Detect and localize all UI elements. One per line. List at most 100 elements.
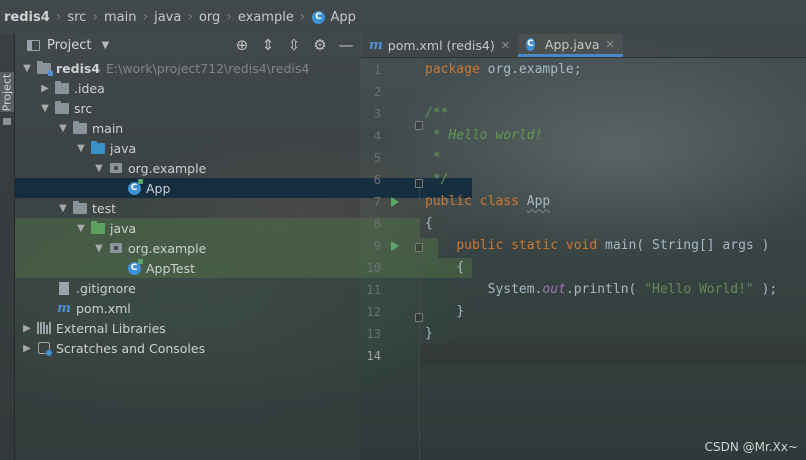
fold-icon[interactable] <box>415 179 423 188</box>
breadcrumb-item-app[interactable]: App <box>330 10 355 25</box>
hide-icon[interactable]: — <box>338 36 354 54</box>
project-panel-toolbar: ⊕ ⇕ ⇳ ⚙ — <box>234 34 354 56</box>
line-number: 9 <box>373 239 381 253</box>
project-tool-window-button[interactable]: Project <box>0 72 14 112</box>
tree-item-label: Scratches and Consoles <box>56 340 206 356</box>
tree-item-label: org.example <box>128 240 207 256</box>
fold-icon[interactable] <box>415 243 423 252</box>
code-line: */ <box>425 172 449 187</box>
breadcrumb-item-org[interactable]: org <box>199 10 220 25</box>
chevron-down-icon[interactable]: ▼ <box>93 163 105 174</box>
line-number: 7 <box>373 195 381 209</box>
project-panel-title: Project <box>47 37 92 53</box>
gear-icon[interactable]: ⚙ <box>312 36 328 54</box>
code-area[interactable]: 1 2 3 4 5 6 7 8 9 10 11 12 13 14 package… <box>361 57 806 460</box>
run-icon[interactable] <box>391 241 399 251</box>
tree-item-gitignore[interactable]: .gitignore <box>15 278 402 298</box>
chevron-right-icon[interactable]: ▶ <box>39 83 51 94</box>
gutter: 1 2 3 4 5 6 7 8 9 10 11 12 13 14 <box>361 57 423 460</box>
line-number: 4 <box>373 129 381 143</box>
tree-item-java-test[interactable]: ▼ java <box>15 218 420 238</box>
folder-icon <box>55 80 69 95</box>
test-folder-icon <box>91 220 105 235</box>
package-icon <box>109 161 123 175</box>
line-number: 1 <box>373 63 381 77</box>
expand-all-icon[interactable]: ⇕ <box>260 36 276 54</box>
watermark: CSDN @Mr.Xx~ <box>704 440 798 454</box>
breadcrumb: redis4 › src › main › java › org › examp… <box>0 0 806 34</box>
run-icon[interactable] <box>391 197 399 207</box>
breadcrumb-item-src[interactable]: src <box>67 10 86 25</box>
chevron-right-icon[interactable]: ▶ <box>21 343 33 354</box>
code-line: * Hello world! <box>425 128 543 143</box>
chevron-down-icon[interactable]: ▼ <box>75 143 87 154</box>
maven-icon: m <box>57 300 71 316</box>
breadcrumb-item-java[interactable]: java <box>154 10 181 25</box>
fold-icon[interactable] <box>415 313 423 322</box>
tree-item-external-libraries[interactable]: ▶ External Libraries <box>15 318 366 338</box>
tab-app-java[interactable]: C App.java ✕ <box>517 34 623 57</box>
tree-item-label: .gitignore <box>76 280 136 296</box>
chevron-down-icon[interactable]: ▼ <box>93 243 105 254</box>
tree-item-label: src <box>74 100 93 116</box>
module-folder-icon <box>37 60 53 76</box>
breadcrumb-item-main[interactable]: main <box>104 10 136 25</box>
libraries-icon <box>37 321 51 335</box>
chevron-down-icon: ▼ <box>101 39 110 51</box>
class-icon: C <box>127 179 143 195</box>
line-number: 10 <box>366 261 381 275</box>
chevron-down-icon[interactable]: ▼ <box>75 223 87 234</box>
collapse-all-icon[interactable]: ⇳ <box>286 36 302 54</box>
source-folder-icon <box>91 140 105 155</box>
code-line: public class App <box>425 194 551 209</box>
breadcrumb-item-redis4[interactable]: redis4 <box>4 10 50 25</box>
code-line: * <box>425 150 441 165</box>
folder-icon[interactable] <box>3 118 11 125</box>
tree-item-test[interactable]: ▼ test <box>15 198 402 218</box>
tab-pom-xml[interactable]: m pom.xml (redis4) ✕ <box>361 34 518 57</box>
maven-icon: m <box>369 38 383 53</box>
fold-icon[interactable] <box>415 121 423 130</box>
breadcrumb-item-example[interactable]: example <box>238 10 294 25</box>
tree-item-label: External Libraries <box>56 320 166 336</box>
tree-item-java-main[interactable]: ▼ java <box>15 138 420 158</box>
chevron-down-icon[interactable]: ▼ <box>57 123 69 134</box>
project-stripe-label: Project <box>0 73 14 111</box>
chevron-down-icon[interactable]: ▼ <box>21 63 33 74</box>
chevron-right-icon[interactable]: ▶ <box>21 323 33 334</box>
tree-item-label: .idea <box>74 80 105 96</box>
line-number: 2 <box>373 85 381 99</box>
tree-item-label: main <box>92 120 124 136</box>
class-icon: C <box>311 10 325 24</box>
line-number: 12 <box>366 305 381 319</box>
tree-item-scratches[interactable]: ▶ Scratches and Consoles <box>15 338 366 358</box>
line-number: 11 <box>366 283 381 297</box>
line-number: 13 <box>366 327 381 341</box>
line-number: 6 <box>373 173 381 187</box>
tree-item-pom[interactable]: m pom.xml <box>15 298 402 318</box>
tree-item-src[interactable]: ▼ src <box>15 98 384 118</box>
tree-item-redis4[interactable]: ▼ redis4 E:\work\project712\redis4\redis… <box>15 58 366 78</box>
code-line: package org.example; <box>425 62 582 77</box>
tree-item-idea[interactable]: ▶ .idea <box>15 78 384 98</box>
tree-item-label: AppTest <box>146 260 196 276</box>
tool-window-stripe: Project <box>0 34 15 460</box>
chevron-down-icon[interactable]: ▼ <box>39 103 51 114</box>
close-icon[interactable]: ✕ <box>606 38 615 51</box>
close-icon[interactable]: ✕ <box>501 39 510 52</box>
chevron-down-icon[interactable]: ▼ <box>57 203 69 214</box>
code-line: /** <box>425 106 449 121</box>
code-line: } <box>425 326 433 341</box>
breadcrumb-separator: › <box>92 9 98 25</box>
code-line: } <box>456 304 465 319</box>
breadcrumb-separator: › <box>226 9 232 25</box>
package-icon <box>109 241 123 255</box>
code-line: { <box>456 260 465 275</box>
tab-label: pom.xml (redis4) <box>387 38 495 53</box>
line-number: 3 <box>373 107 381 121</box>
breadcrumb-separator: › <box>55 9 62 25</box>
project-view-selector[interactable]: Project ▼ <box>27 38 109 53</box>
tree-item-main[interactable]: ▼ main <box>15 118 402 138</box>
locate-icon[interactable]: ⊕ <box>234 36 250 54</box>
class-icon: C <box>127 259 143 275</box>
